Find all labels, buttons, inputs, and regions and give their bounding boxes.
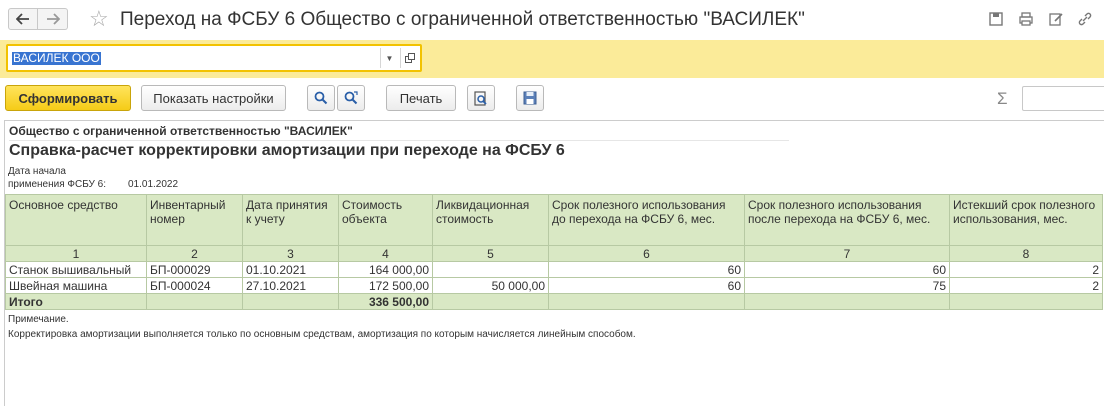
print-preview-icon — [474, 90, 487, 106]
print-icon[interactable] — [1017, 10, 1035, 28]
column-number: 1 — [5, 245, 147, 262]
column-number: 6 — [548, 245, 745, 262]
column-header: Дата принятия к учету — [242, 194, 339, 246]
header-row: Основное средство Инвентарный номер Дата… — [5, 194, 1103, 246]
table-row[interactable]: Швейная машина БП-000024 27.10.2021 172 … — [5, 277, 1103, 294]
column-number-row: 1 2 3 4 5 6 7 8 — [5, 245, 1103, 262]
note-text: Корректировка амортизации выполняется то… — [8, 329, 636, 340]
table-cell[interactable]: 2 — [949, 261, 1103, 278]
table-cell[interactable]: БП-000024 — [146, 277, 243, 294]
table-cell[interactable] — [744, 293, 950, 310]
arrow-left-icon — [16, 13, 29, 25]
table-row[interactable]: Станок вышивальный БП-000029 01.10.2021 … — [5, 261, 1103, 278]
table-cell[interactable]: 01.10.2021 — [242, 261, 339, 278]
column-header: Срок полезного использования после перех… — [744, 194, 950, 246]
table-cell[interactable] — [432, 293, 549, 310]
report-table: Основное средство Инвентарный номер Дата… — [5, 194, 1103, 310]
search-icon — [314, 91, 328, 105]
find-button[interactable] — [307, 85, 335, 111]
total-label[interactable]: Итого — [5, 293, 147, 310]
column-number: 4 — [338, 245, 433, 262]
column-number: 3 — [242, 245, 339, 262]
sum-icon: Σ — [997, 89, 1008, 108]
column-header: Основное средство — [5, 194, 147, 246]
edit-icon[interactable] — [1047, 10, 1065, 28]
table-cell[interactable]: 60 — [548, 277, 745, 294]
sum-field[interactable] — [1022, 86, 1104, 111]
window-title: Переход на ФСБУ 6 Общество с ограниченно… — [120, 9, 805, 30]
open-icon[interactable] — [400, 48, 418, 68]
report-area[interactable]: Общество с ограниченной ответственностью… — [4, 120, 1104, 406]
total-row[interactable]: Итого 336 500,00 — [5, 293, 1103, 310]
column-number: 7 — [744, 245, 950, 262]
save-icon[interactable] — [987, 10, 1005, 28]
column-header: Срок полезного использования до перехода… — [548, 194, 745, 246]
link-icon[interactable] — [1076, 10, 1094, 28]
table-cell[interactable]: Швейная машина — [5, 277, 147, 294]
table-cell[interactable]: 2 — [949, 277, 1103, 294]
show-settings-button[interactable]: Показать настройки — [141, 85, 286, 111]
column-header: Инвентарный номер — [146, 194, 243, 246]
table-cell[interactable] — [242, 293, 339, 310]
report-organization: Общество с ограниченной ответственностью… — [9, 124, 789, 141]
table-cell[interactable]: БП-000029 — [146, 261, 243, 278]
back-button[interactable] — [8, 8, 38, 30]
table-cell[interactable] — [432, 261, 549, 278]
title-bar: ☆ Переход на ФСБУ 6 Общество с ограничен… — [0, 0, 1104, 40]
favorite-star-icon[interactable]: ☆ — [89, 6, 109, 32]
save-report-button[interactable] — [516, 85, 544, 111]
arrow-right-icon — [46, 13, 60, 25]
organization-value[interactable]: ВАСИЛЕК ООО — [12, 52, 101, 65]
forward-button[interactable] — [38, 8, 68, 30]
table-cell[interactable]: 50 000,00 — [432, 277, 549, 294]
table-cell[interactable]: 164 000,00 — [338, 261, 433, 278]
column-header: Ликвидационная стоимость — [432, 194, 549, 246]
total-value[interactable]: 336 500,00 — [338, 293, 433, 310]
chevron-down-icon[interactable]: ▼ — [380, 48, 398, 68]
date-label-line1: Дата начала — [8, 166, 66, 177]
table-cell[interactable]: Станок вышивальный — [5, 261, 147, 278]
organization-select[interactable]: ВАСИЛЕК ООО ▼ — [6, 44, 422, 72]
search-refresh-icon — [344, 91, 358, 105]
table-cell[interactable]: 60 — [744, 261, 950, 278]
print-button[interactable]: Печать — [386, 85, 456, 111]
date-value: 01.01.2022 — [128, 179, 179, 190]
preview-button[interactable] — [467, 85, 495, 111]
floppy-disk-icon — [523, 91, 537, 105]
table-cell[interactable]: 60 — [548, 261, 745, 278]
table-cell[interactable] — [949, 293, 1103, 310]
column-header: Истекший срок полезного использования, м… — [949, 194, 1103, 246]
parameter-panel: ВАСИЛЕК ООО ▼ — [0, 40, 1104, 78]
column-number: 5 — [432, 245, 549, 262]
generate-button[interactable]: Сформировать — [5, 85, 131, 111]
column-number: 8 — [949, 245, 1103, 262]
table-cell[interactable] — [548, 293, 745, 310]
report-title: Справка-расчет корректировки амортизации… — [9, 142, 565, 159]
date-label-line2: применения ФСБУ 6: — [8, 179, 107, 190]
table-cell[interactable] — [146, 293, 243, 310]
table-cell[interactable]: 27.10.2021 — [242, 277, 339, 294]
table-cell[interactable]: 172 500,00 — [338, 277, 433, 294]
column-header: Стоимость объекта — [338, 194, 433, 246]
column-number: 2 — [146, 245, 243, 262]
note-label: Примечание. — [8, 314, 69, 325]
find-next-button[interactable] — [337, 85, 365, 111]
table-cell[interactable]: 75 — [744, 277, 950, 294]
